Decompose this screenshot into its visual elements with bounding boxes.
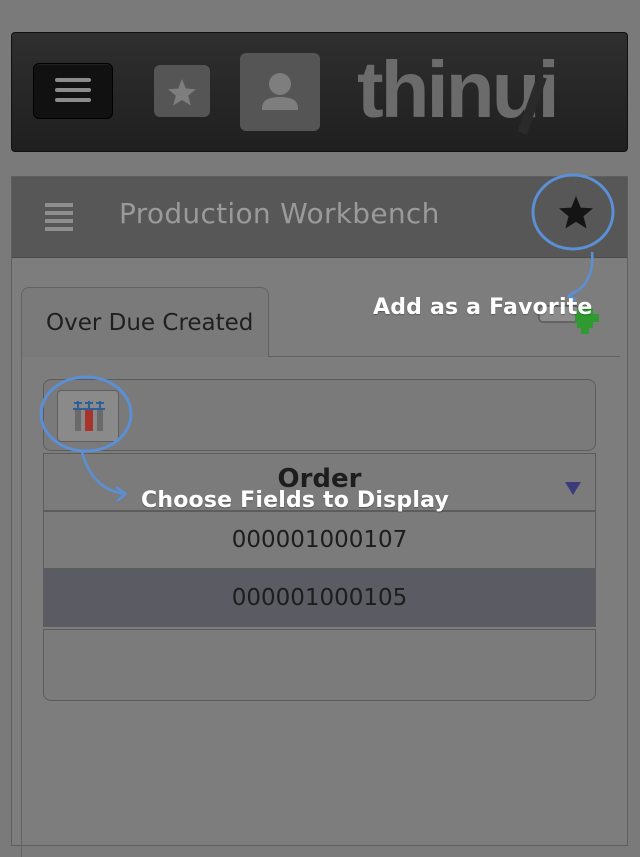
- favorite-star-icon[interactable]: [556, 192, 596, 232]
- panel-title: Production Workbench: [119, 197, 440, 230]
- user-icon: [262, 73, 298, 110]
- table-row-selected[interactable]: 000001000105: [43, 569, 596, 627]
- app-header: thinui: [11, 32, 628, 152]
- grid-toolbar: [43, 379, 596, 451]
- logo: thinui: [357, 45, 560, 135]
- tab-label: Over Due Created: [46, 310, 254, 336]
- table-row[interactable]: 000001000107: [43, 511, 596, 569]
- choose-fields-icon: [73, 401, 105, 431]
- menu-button[interactable]: [33, 63, 113, 119]
- hamburger-icon: [55, 78, 91, 82]
- user-profile-button[interactable]: [240, 53, 320, 131]
- panel-header: Production Workbench: [12, 177, 627, 258]
- hamburger-icon-bar: [55, 98, 91, 102]
- fields-callout-text: Choose Fields to Display: [141, 488, 450, 513]
- hamburger-icon-bar: [55, 88, 91, 92]
- favorites-button[interactable]: [154, 65, 210, 117]
- tab-over-due-created[interactable]: Over Due Created: [21, 287, 269, 357]
- sort-dropdown-icon[interactable]: [565, 482, 581, 495]
- table-empty-row: [43, 629, 596, 701]
- favorite-callout-text: Add as a Favorite: [373, 295, 593, 320]
- list-icon[interactable]: [45, 201, 75, 231]
- choose-fields-button[interactable]: [57, 390, 119, 442]
- star-icon: [168, 79, 196, 106]
